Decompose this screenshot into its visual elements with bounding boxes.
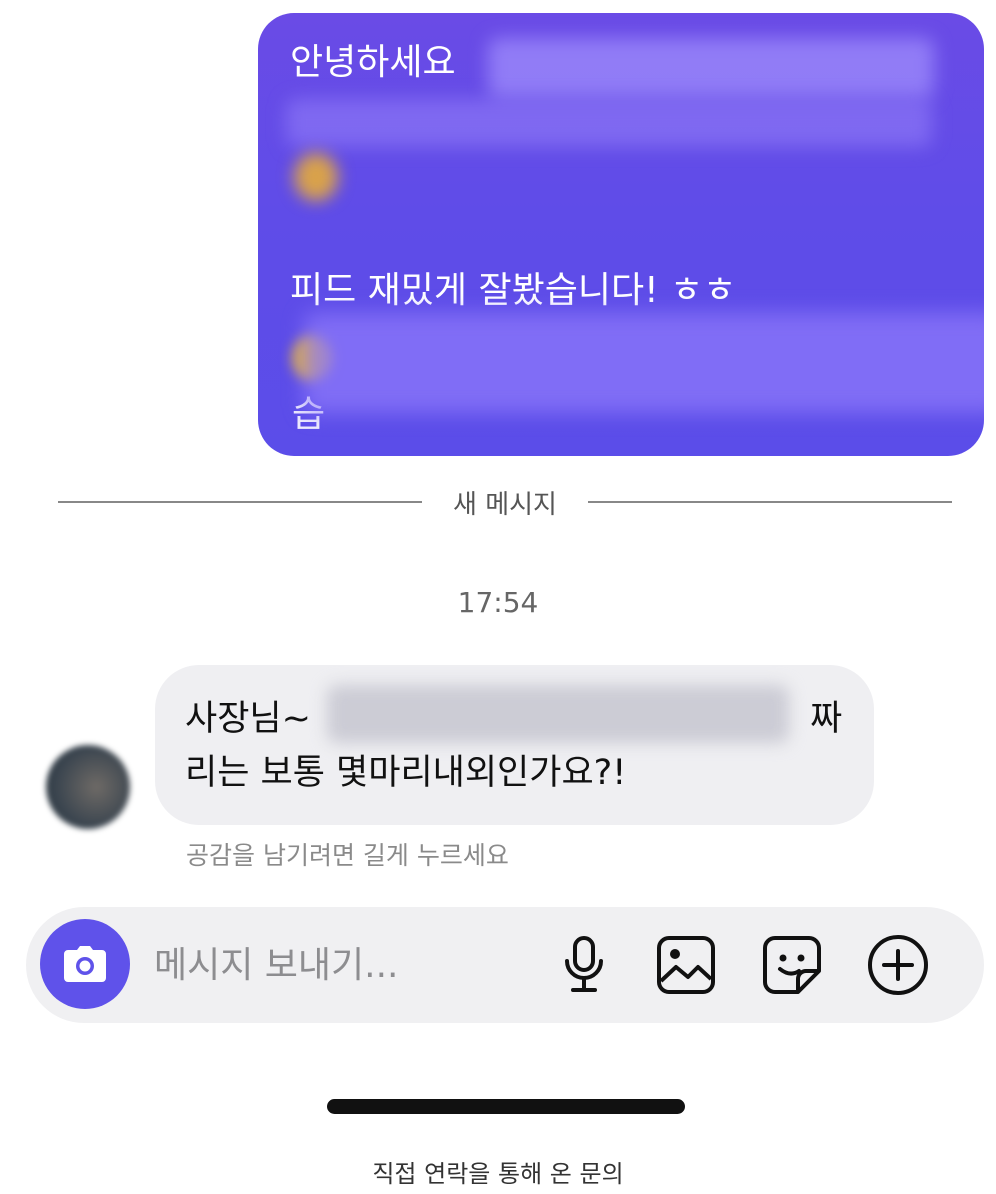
outgoing-message-line: 피드 재밌게 잘봤습니다! ㅎㅎ [290,270,737,311]
incoming-message-line: 짜 [810,699,843,739]
add-icon [868,935,928,995]
screenshot-caption: 직접 연락을 통해 온 문의 [372,1160,624,1188]
redacted-text [488,38,934,98]
outgoing-message-bubble[interactable]: 안녕하세요 피드 재밌게 잘봤습니다! ㅎㅎ 습 [258,13,984,456]
message-input[interactable] [154,935,534,995]
emoji-icon [294,153,338,201]
redacted-text [327,685,789,743]
gallery-button[interactable] [654,933,718,997]
divider-line [588,501,952,503]
redacted-text [304,313,984,413]
microphone-icon [565,936,603,992]
incoming-message-line: 사장님~ [185,699,311,739]
sender-avatar[interactable] [46,745,130,829]
gallery-icon [657,936,715,994]
reaction-hint: 공감을 남기려면 길게 누르세요 [186,841,509,870]
camera-button[interactable] [40,919,130,1009]
sticker-icon [763,936,821,994]
microphone-button[interactable] [552,933,616,997]
incoming-message-bubble[interactable]: 사장님~ 짜 리는 보통 몇마리내외인가요?! [155,665,874,825]
sticker-button[interactable] [760,933,824,997]
add-button[interactable] [866,933,930,997]
message-timestamp: 17:54 [457,586,539,619]
camera-icon [64,946,106,982]
incoming-message-line: 리는 보통 몇마리내외인가요?! [185,753,627,793]
redacted-text [286,99,932,147]
outgoing-message-line: 안녕하세요 [290,42,456,83]
home-indicator[interactable] [327,1099,685,1114]
message-composer [26,907,984,1023]
new-messages-divider: 새 메시지 [58,482,952,522]
